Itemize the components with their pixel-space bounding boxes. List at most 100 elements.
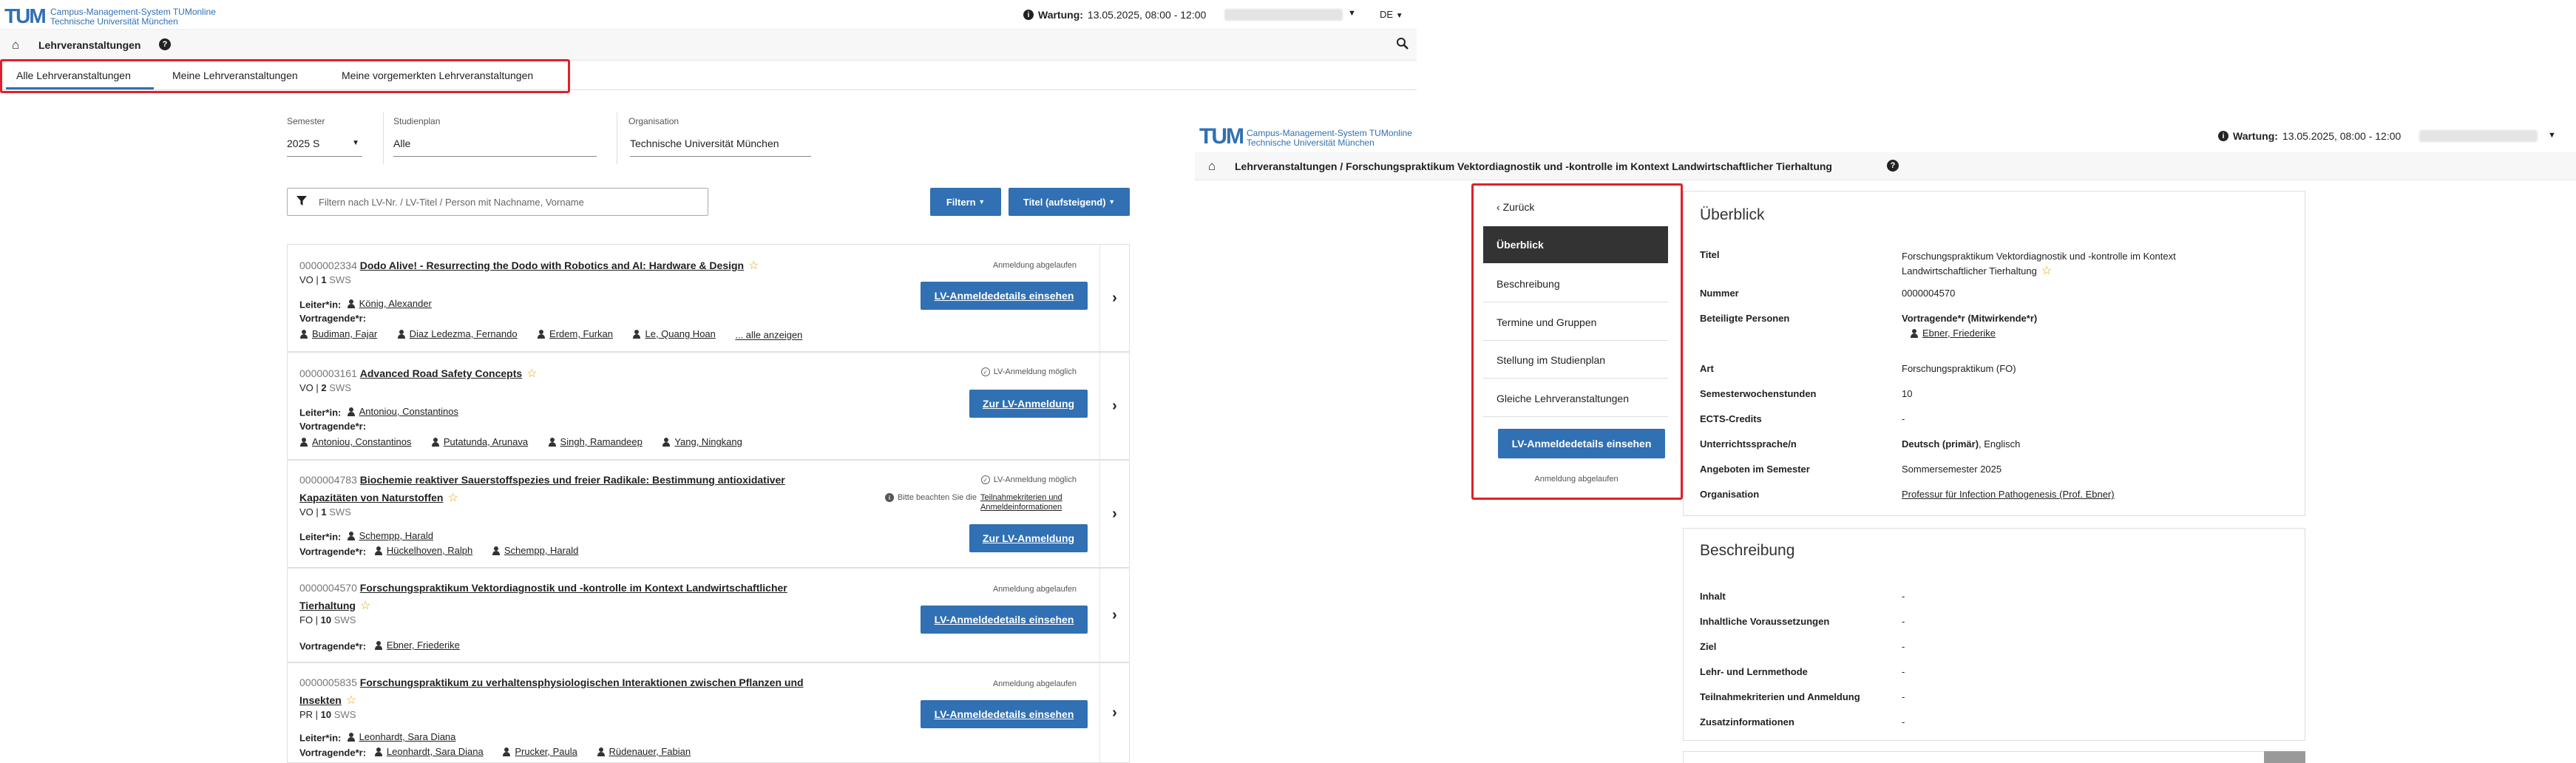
methode-value: - xyxy=(1902,666,1905,677)
person-link[interactable]: Putatunda, Arunava xyxy=(444,436,528,447)
person-link[interactable]: Prucker, Paula xyxy=(515,746,577,757)
person-link[interactable]: Diaz Ledezma, Fernando xyxy=(410,328,518,339)
star-icon[interactable]: ☆ xyxy=(360,600,370,612)
filter-button[interactable]: Filtern ▼ xyxy=(930,188,1001,216)
person-link[interactable]: Antoniou, Constantinos xyxy=(359,406,458,417)
person-link[interactable]: Singh, Ramandeep xyxy=(560,436,643,447)
inhalt-label: Inhalt xyxy=(1700,591,1726,602)
studienplan-field[interactable]: Alle xyxy=(393,138,597,157)
person-link[interactable]: Budiman, Fajar xyxy=(312,328,377,339)
show-all-link[interactable]: ... alle anzeigen xyxy=(735,330,802,341)
person-icon xyxy=(347,531,356,540)
register-button[interactable]: Zur LV-Anmeldung xyxy=(969,524,1088,552)
check-circle-icon: ✓ xyxy=(980,475,990,484)
course-card[interactable]: 0000004570 Forschungspraktikum Vektordia… xyxy=(287,568,1130,662)
person-link[interactable]: Le, Quang Hoan xyxy=(645,328,715,339)
star-icon[interactable]: ☆ xyxy=(346,694,356,707)
teilnahme-value: - xyxy=(1902,691,1905,702)
star-icon[interactable]: ☆ xyxy=(2041,265,2052,277)
course-type: VO xyxy=(299,506,313,518)
registration-details-button[interactable]: LV-Anmeldedetails einsehen xyxy=(921,606,1088,634)
maintenance-label: Wartung: xyxy=(2233,130,2278,142)
course-title[interactable]: Biochemie reaktiver Sauerstoffspezies un… xyxy=(360,474,785,486)
registration-details-button[interactable]: LV-Anmeldedetails einsehen xyxy=(921,700,1088,728)
criteria-link[interactable]: Teilnahmekriterien und Anmeldeinformatio… xyxy=(980,493,1077,512)
course-title-cont[interactable]: Insekten xyxy=(299,694,342,706)
star-icon[interactable]: ☆ xyxy=(748,260,759,272)
person-link[interactable]: Yang, Ningkang xyxy=(674,436,742,447)
person-link[interactable]: Schempp, Harald xyxy=(359,530,433,541)
maintenance-date: 13.05.2025, 08:00 - 12:00 xyxy=(1087,9,1207,21)
leiter-label: Leiter*in: xyxy=(299,407,342,418)
course-card[interactable]: 0000003161 Advanced Road Safety Concepts… xyxy=(287,352,1130,460)
chevron-right-icon[interactable]: › xyxy=(1099,245,1129,351)
course-card[interactable]: 0000004783 Biochemie reaktiver Sauerstof… xyxy=(287,460,1130,568)
course-title-cont[interactable]: Kapazitäten von Naturstoffen xyxy=(299,492,443,503)
semester-label: Semester xyxy=(287,116,325,126)
chevron-right-icon[interactable]: › xyxy=(1099,353,1129,459)
user-menu[interactable] xyxy=(1224,9,1343,21)
home-icon[interactable]: ⌂ xyxy=(12,38,19,52)
methode-label: Lehr- und Lernmethode xyxy=(1700,666,1808,677)
brand-line2: Technische Universität München xyxy=(50,16,178,27)
person-link[interactable]: Leonhardt, Sara Diana xyxy=(387,746,484,757)
home-icon[interactable]: ⌂ xyxy=(1208,159,1216,174)
person-link[interactable]: Hückelhoven, Ralph xyxy=(387,545,472,556)
person-link[interactable]: Ebner, Friederike xyxy=(387,640,460,651)
person-icon xyxy=(537,329,546,339)
course-title[interactable]: Dodo Alive! - Resurrecting the Dodo with… xyxy=(360,260,744,271)
person-link[interactable]: Rüdenauer, Fabian xyxy=(609,746,691,757)
registration-details-button[interactable]: LV-Anmeldedetails einsehen xyxy=(921,282,1088,310)
brand-line2: Technische Universität München xyxy=(1247,138,1375,148)
organisation-link[interactable]: Professur für Infection Pathogenesis (Pr… xyxy=(1902,489,2115,500)
chevron-right-icon[interactable]: › xyxy=(1099,569,1129,662)
person-icon xyxy=(374,546,383,555)
search-icon[interactable] xyxy=(1396,37,1409,54)
help-icon[interactable]: ? xyxy=(159,38,171,50)
course-card[interactable]: 0000005835 Forschungspraktikum zu verhal… xyxy=(287,662,1130,763)
vortragende-label: Vortragende*r: xyxy=(299,421,367,432)
person-icon xyxy=(397,329,406,339)
person-link[interactable]: Antoniou, Constantinos xyxy=(312,436,411,447)
sort-button[interactable]: Titel (aufsteigend) ▼ xyxy=(1009,188,1130,216)
register-button[interactable]: Zur LV-Anmeldung xyxy=(969,390,1088,418)
person-link[interactable]: König, Alexander xyxy=(359,298,432,309)
course-card[interactable]: 0000002334 Dodo Alive! - Resurrecting th… xyxy=(287,244,1130,352)
sprache-other: , Englisch xyxy=(1979,438,2021,450)
organisation-field[interactable]: Technische Universität München xyxy=(630,138,811,157)
chevron-down-icon: ▼ xyxy=(352,139,359,147)
person-icon xyxy=(374,747,383,756)
page-title: Lehrveranstaltungen xyxy=(38,39,141,51)
chevron-down-icon[interactable]: ▼ xyxy=(1348,9,1356,18)
language-switch[interactable]: DE ▼ xyxy=(1380,9,1403,20)
ects-label: ECTS-Credits xyxy=(1700,413,1762,424)
star-icon[interactable]: ☆ xyxy=(447,492,458,504)
search-field[interactable]: Filtern nach LV-Nr. / LV-Titel / Person … xyxy=(287,188,708,216)
course-title-cont[interactable]: Tierhaltung xyxy=(299,600,356,611)
course-title[interactable]: Advanced Road Safety Concepts xyxy=(360,367,522,379)
help-icon[interactable]: ? xyxy=(1887,160,1899,172)
person-link[interactable]: Leonhardt, Sara Diana xyxy=(359,731,456,742)
semester-select[interactable]: 2025 S ▼ xyxy=(287,138,362,157)
right-header: TUM Campus-Management-System TUMonline T… xyxy=(1195,121,2576,152)
person-link[interactable]: Erdem, Furkan xyxy=(549,328,613,339)
voraussetzungen-value: - xyxy=(1902,616,1905,627)
course-type: FO xyxy=(299,614,313,625)
chevron-right-icon[interactable]: › xyxy=(1099,663,1129,762)
person-link[interactable]: Ebner, Friederike xyxy=(1922,328,1996,339)
person-icon xyxy=(347,407,356,416)
nummer-value: 0000004570 xyxy=(1902,288,1956,299)
chevron-down-icon[interactable]: ▼ xyxy=(2548,131,2556,140)
course-title[interactable]: Forschungspraktikum Vektordiagnostik und… xyxy=(360,582,787,594)
person-link[interactable]: Schempp, Harald xyxy=(504,545,578,556)
course-title[interactable]: Forschungspraktikum zu verhaltensphysiol… xyxy=(360,676,804,688)
scroll-top-button[interactable] xyxy=(2264,751,2305,763)
chevron-right-icon[interactable]: › xyxy=(1099,461,1129,567)
person-icon xyxy=(347,732,356,742)
user-menu[interactable] xyxy=(2419,130,2538,142)
star-icon[interactable]: ☆ xyxy=(526,367,537,380)
titel-label: Titel xyxy=(1700,249,1720,260)
tum-logo[interactable]: TUM xyxy=(1199,124,1244,149)
tum-logo[interactable]: TUM xyxy=(4,4,47,28)
maintenance-label: Wartung: xyxy=(1038,9,1083,21)
